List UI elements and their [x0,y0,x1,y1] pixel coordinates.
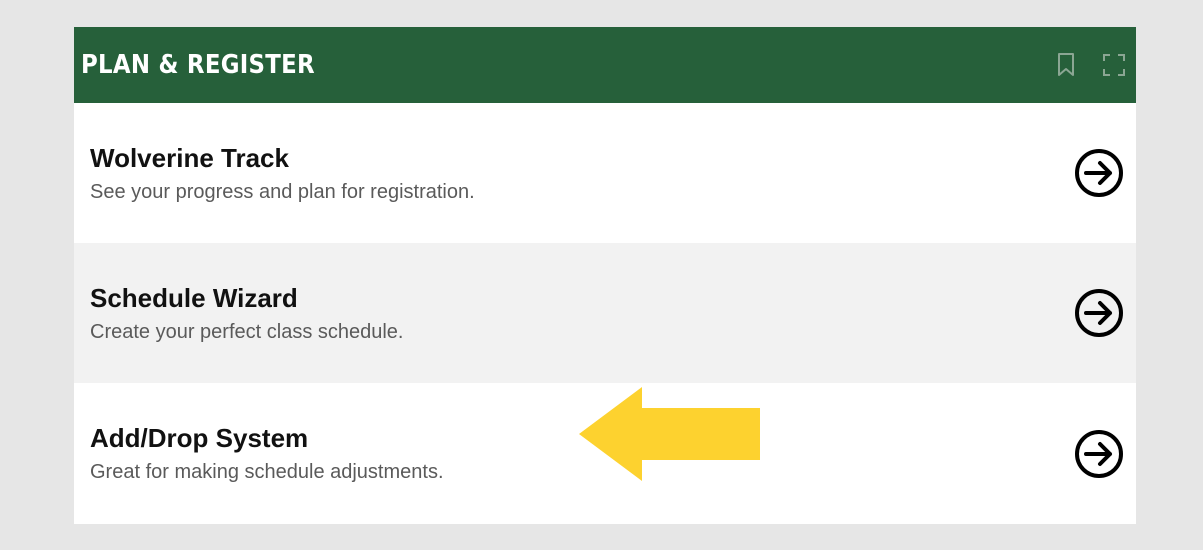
menu-item-description: See your progress and plan for registrat… [90,180,475,203]
card-header: PLAN & REGISTER [74,27,1136,103]
menu-item-title: Add/Drop System [90,423,309,453]
menu-item-add-drop-system[interactable]: Add/Drop System Great for making schedul… [74,383,1136,524]
menu-item-wolverine-track[interactable]: Wolverine Track See your progress and pl… [74,103,1136,243]
menu-item-description: Create your perfect class schedule. [90,320,404,343]
arrow-circle-right-icon[interactable] [1072,146,1126,200]
arrow-circle-right-icon[interactable] [1072,286,1126,340]
yellow-pointer-arrow-icon [579,387,760,481]
menu-item-text: Wolverine Track See your progress and pl… [90,143,475,204]
bookmark-icon[interactable] [1056,52,1076,78]
arrow-circle-right-icon[interactable] [1072,427,1126,481]
menu-item-text: Add/Drop System Great for making schedul… [90,423,444,484]
card-title: PLAN & REGISTER [81,50,315,80]
menu-item-text: Schedule Wizard Create your perfect clas… [90,283,404,344]
menu-item-title: Schedule Wizard [90,282,298,313]
menu-item-description: Great for making schedule adjustments. [90,461,444,483]
plan-register-card: PLAN & REGISTER Wolverine Track See your… [74,27,1136,524]
menu-item-title: Wolverine Track [90,142,289,173]
menu-item-schedule-wizard[interactable]: Schedule Wizard Create your perfect clas… [74,243,1136,383]
expand-icon[interactable] [1102,53,1126,77]
header-actions [1056,27,1126,103]
